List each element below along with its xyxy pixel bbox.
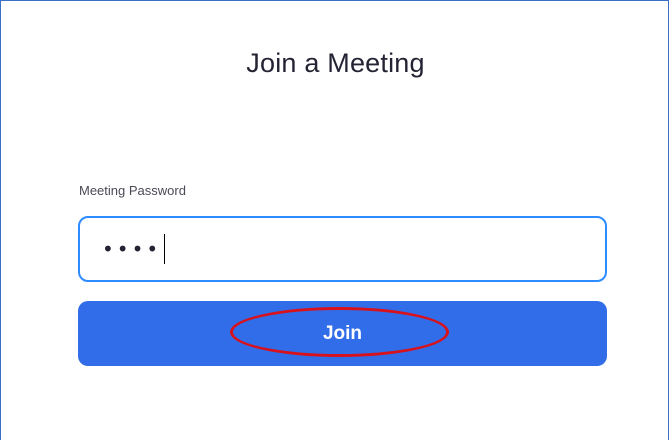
password-label: Meeting Password [79, 183, 186, 198]
join-button[interactable]: Join [78, 301, 607, 366]
password-input[interactable]: •••• [78, 216, 607, 282]
dialog-title: Join a Meeting [246, 48, 425, 78]
join-button-label: Join [322, 322, 363, 344]
password-value: •••• [102, 237, 162, 261]
text-caret [164, 234, 166, 264]
